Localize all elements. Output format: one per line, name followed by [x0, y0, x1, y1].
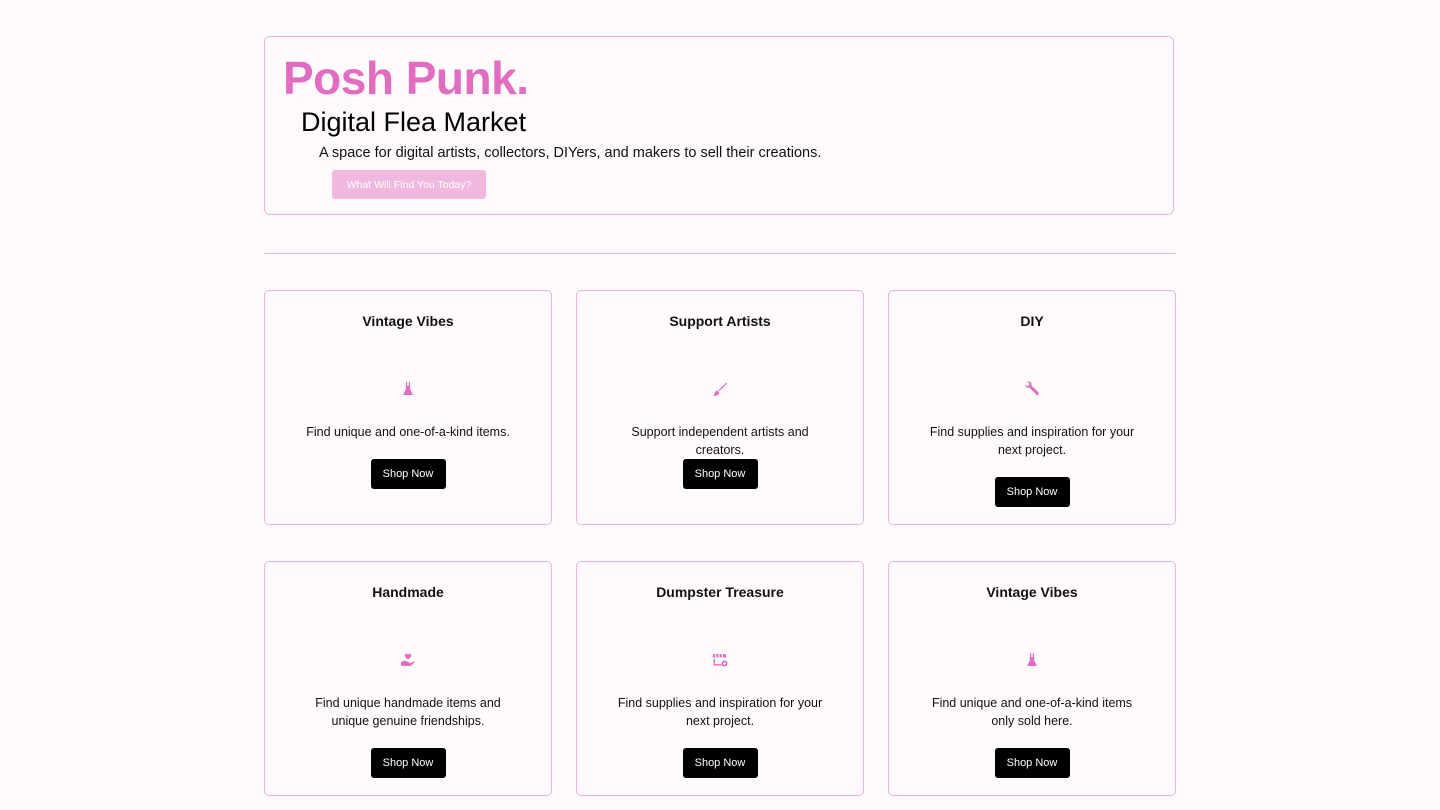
- shop-now-button[interactable]: Shop Now: [370, 459, 446, 489]
- card-title: Vintage Vibes: [362, 313, 454, 329]
- shop-now-button[interactable]: Shop Now: [682, 459, 758, 489]
- wrench-icon: [1025, 381, 1039, 395]
- card-description: Find unique handmade items and unique ge…: [315, 696, 501, 728]
- card-description: Find unique and one-of-a-kind items.: [306, 425, 510, 439]
- shop-now-button[interactable]: Shop Now: [994, 477, 1070, 507]
- shop-now-button[interactable]: Shop Now: [370, 748, 446, 778]
- category-card-dumpster-treasure: Dumpster Treasure Find supplies and insp…: [576, 561, 864, 796]
- card-title: Support Artists: [669, 313, 771, 329]
- dress-icon: [1027, 653, 1037, 666]
- category-card-vintage-vibes: Vintage Vibes Find unique and one-of-a-k…: [264, 290, 552, 525]
- shop-now-button[interactable]: Shop Now: [682, 748, 758, 778]
- card-title: DIY: [1020, 313, 1044, 329]
- page-subtitle: Digital Flea Market: [301, 107, 527, 137]
- card-description: Find unique and one-of-a-kind items only…: [931, 696, 1133, 728]
- category-card-handmade: Handmade Find unique handmade items and …: [264, 561, 552, 796]
- card-description: Find supplies and inspiration for your n…: [929, 425, 1135, 457]
- discover-button[interactable]: What Will Find You Today?: [332, 170, 486, 199]
- tagline: A space for digital artists, collectors,…: [319, 145, 822, 161]
- paintbrush-icon: [713, 382, 727, 396]
- storefront-icon: [712, 654, 728, 667]
- hand-heart-icon: [401, 653, 415, 667]
- card-title: Dumpster Treasure: [656, 584, 784, 600]
- hero-section: Posh Punk. Digital Flea Market A space f…: [264, 36, 1174, 215]
- dress-icon: [403, 382, 413, 395]
- card-description: Find supplies and inspiration for your n…: [617, 696, 823, 728]
- shop-now-button[interactable]: Shop Now: [994, 748, 1070, 778]
- brand-title: Posh Punk.: [283, 52, 529, 104]
- category-grid: Vintage Vibes Find unique and one-of-a-k…: [264, 290, 1176, 796]
- card-title: Handmade: [372, 584, 444, 600]
- card-description: Support independent artists and creators…: [631, 425, 809, 457]
- category-card-vintage-vibes-2: Vintage Vibes Find unique and one-of-a-k…: [888, 561, 1176, 796]
- category-card-diy: DIY Find supplies and inspiration for yo…: [888, 290, 1176, 525]
- section-divider: [264, 253, 1176, 254]
- category-card-support-artists: Support Artists Support independent arti…: [576, 290, 864, 525]
- page: Posh Punk. Digital Flea Market A space f…: [0, 0, 1440, 810]
- card-title: Vintage Vibes: [986, 584, 1078, 600]
